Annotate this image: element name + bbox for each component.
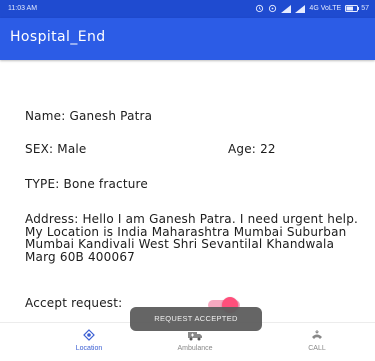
- network-label: 4G VoLTE: [309, 5, 342, 12]
- request-details: Name: Ganesh Patra SEX: Male Age: 22 TYP…: [0, 60, 375, 315]
- location-icon: [83, 329, 95, 341]
- battery-percent: 57: [361, 5, 369, 12]
- nav-label-call: CALL: [308, 345, 326, 352]
- status-bar: 11:03 AM 4G VoLTE 57: [0, 0, 375, 18]
- nav-item-call[interactable]: CALL: [272, 329, 362, 352]
- signal-icon-2: [295, 4, 306, 13]
- patient-sex: SEX: Male: [25, 142, 87, 156]
- toast-message: REQUEST ACCEPTED: [130, 307, 262, 331]
- patient-name: Name: Ganesh Patra: [25, 109, 153, 123]
- page-title: Hospital_End: [10, 29, 106, 45]
- status-time: 11:03 AM: [8, 5, 38, 12]
- nav-label-ambulance: Ambulance: [177, 345, 213, 352]
- nav-item-ambulance[interactable]: Ambulance: [150, 329, 240, 352]
- accept-request-label: Accept request:: [25, 296, 123, 310]
- app-bar: Hospital_End: [0, 18, 375, 60]
- injury-type: TYPE: Bone fracture: [25, 177, 148, 191]
- nav-label-location: Location: [75, 345, 103, 352]
- alarm-icon: [256, 4, 264, 13]
- battery-indicator: 57: [345, 5, 369, 12]
- status-icons: 4G VoLTE 57: [255, 4, 369, 13]
- wifi-hotspot-icon: [269, 4, 277, 13]
- nav-item-location[interactable]: Location: [44, 329, 134, 352]
- patient-age: Age: 22: [228, 142, 276, 156]
- call-icon: [312, 330, 322, 339]
- battery-icon: [345, 5, 360, 12]
- patient-address: Address: Hello I am Ganesh Patra. I need…: [25, 212, 359, 264]
- signal-icon: [281, 4, 292, 13]
